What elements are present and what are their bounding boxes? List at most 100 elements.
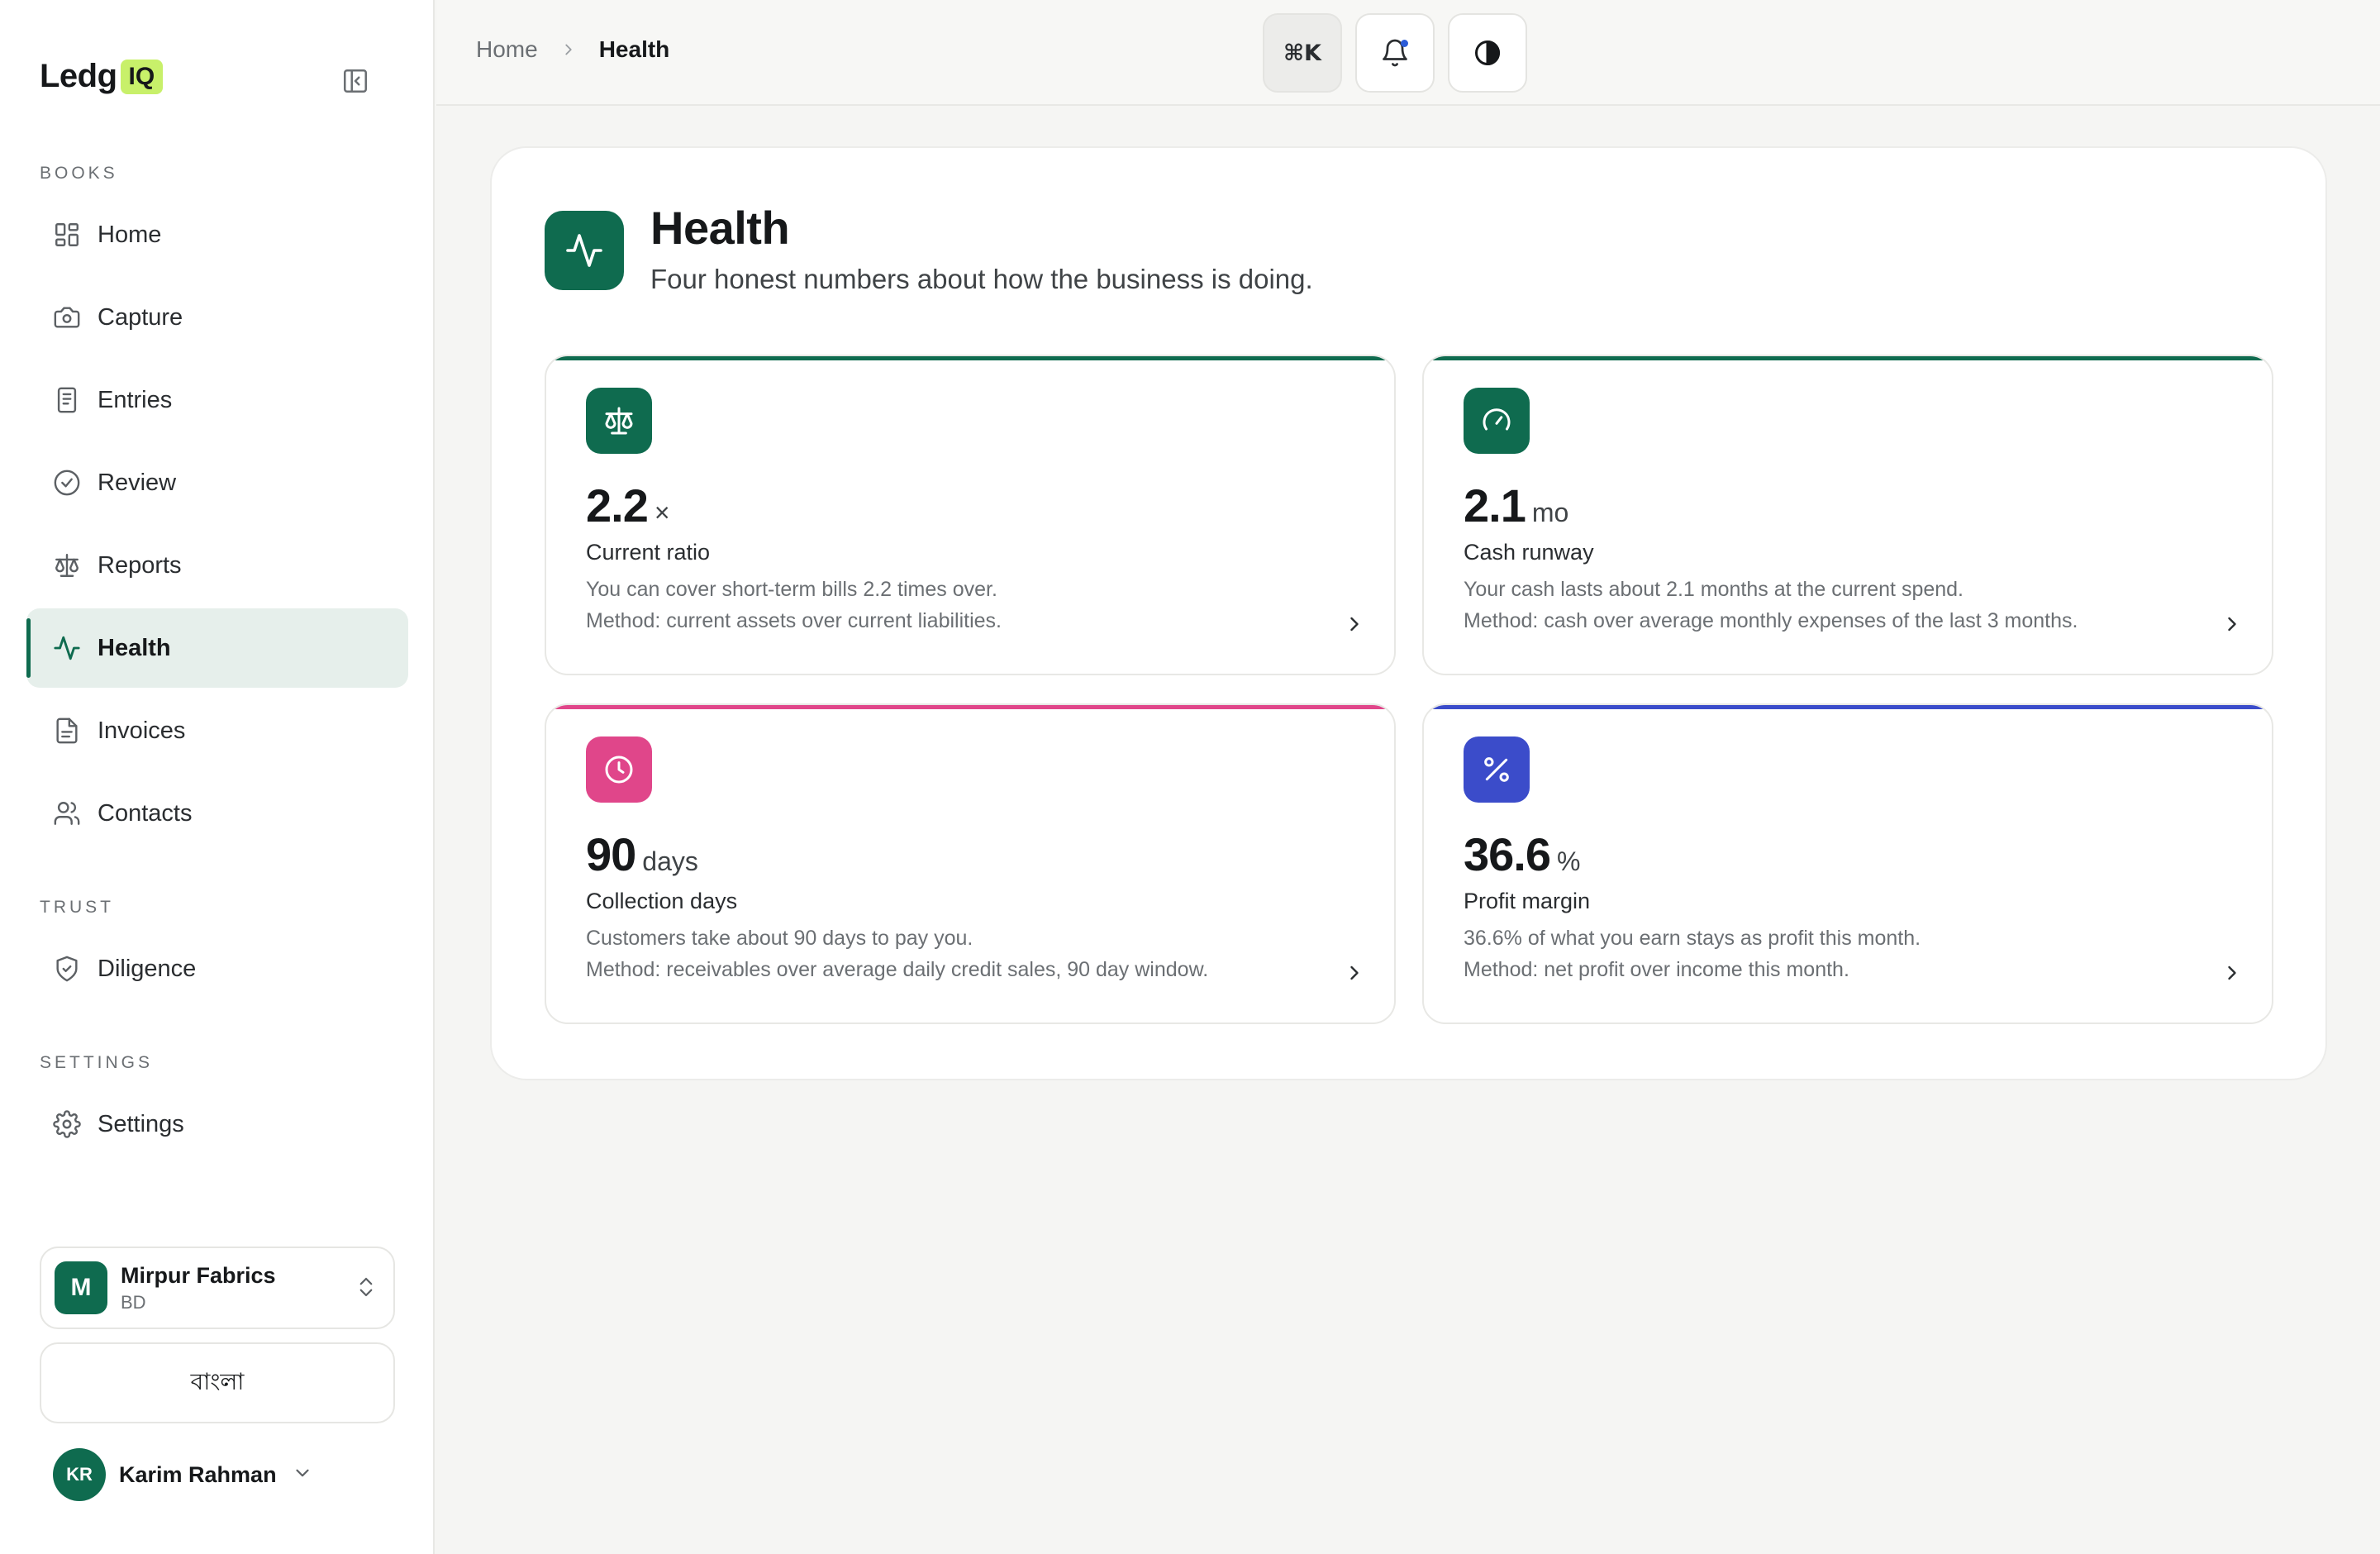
org-name: Mirpur Fabrics [121, 1262, 276, 1288]
metric-card-collection-days[interactable]: 90 days Collection days Customers take a… [545, 703, 1396, 1024]
gauge-icon [1464, 388, 1530, 454]
document-icon [53, 717, 81, 745]
sidebar-item-label: Diligence [98, 955, 197, 982]
metric-value-row: 90 days [586, 827, 698, 881]
user-name: Karim Rahman [119, 1461, 277, 1487]
activity-icon [545, 211, 624, 290]
metric-card-current-ratio[interactable]: 2.2 × Current ratio You can cover short-… [545, 355, 1396, 675]
metric-description: You can cover short-term bills 2.2 times… [586, 578, 997, 601]
sidebar-item-diligence[interactable]: Diligence [26, 929, 408, 1008]
brand-name: Ledg [40, 58, 117, 94]
brand-logo[interactable]: Ledg IQ [40, 58, 164, 95]
metric-value-row: 36.6 % [1464, 827, 1580, 881]
panel-left-icon [343, 69, 368, 93]
metric-method: Method: net profit over income this mont… [1464, 958, 1849, 981]
metric-name: Cash runway [1464, 540, 1594, 565]
gear-icon [53, 1110, 81, 1138]
user-menu[interactable]: KR Karim Rahman [53, 1448, 313, 1501]
metric-description: 36.6% of what you earn stays as profit t… [1464, 927, 1921, 950]
metric-method: Method: current assets over current liab… [586, 609, 1002, 632]
layout-grid-icon [53, 221, 81, 249]
metric-name: Profit margin [1464, 889, 1591, 913]
chevrons-up-down-icon [354, 1275, 378, 1304]
theme-toggle-button[interactable] [1448, 13, 1527, 93]
camera-icon [53, 303, 81, 331]
chevron-right-icon [1343, 613, 1366, 640]
metric-unit: days [642, 846, 698, 876]
sidebar-item-review[interactable]: Review [26, 443, 408, 522]
app-root: Ledg IQ BOOKS Home Capture Entries Revie… [0, 0, 2380, 1554]
check-circle-icon [53, 469, 81, 497]
sidebar-item-label: Capture [98, 303, 183, 331]
organization-switcher[interactable]: M Mirpur Fabrics BD [40, 1247, 395, 1329]
page-title: Health [650, 202, 790, 254]
chevron-down-icon [292, 1462, 313, 1488]
sidebar-item-entries[interactable]: Entries [26, 360, 408, 440]
metric-unit: × [654, 498, 670, 527]
users-icon [53, 799, 81, 827]
breadcrumb-current: Health [598, 36, 670, 62]
metric-value-row: 2.1 mo [1464, 479, 1568, 532]
command-shortcut-label: ⌘K [1283, 40, 1321, 66]
section-label-settings: SETTINGS [40, 1053, 154, 1072]
sidebar-item-health[interactable]: Health [26, 608, 408, 688]
command-palette-button[interactable]: ⌘K [1263, 13, 1342, 93]
chevron-right-icon [2221, 961, 2244, 989]
activity-icon [53, 634, 81, 662]
notifications-button[interactable] [1355, 13, 1435, 93]
chevron-right-icon [1343, 961, 1366, 989]
chevron-right-icon [559, 41, 578, 59]
metric-name: Collection days [586, 889, 738, 913]
section-label-books: BOOKS [40, 164, 118, 183]
metric-value: 2.1 [1464, 479, 1526, 532]
card-accent-bar [546, 705, 1394, 709]
breadcrumb: Home Health [476, 36, 669, 63]
sidebar-item-label: Settings [98, 1110, 184, 1137]
metric-description: Your cash lasts about 2.1 months at the … [1464, 578, 1964, 601]
metric-card-cash-runway[interactable]: 2.1 mo Cash runway Your cash lasts about… [1422, 355, 2273, 675]
sidebar-item-label: Reports [98, 551, 182, 579]
sidebar-item-capture[interactable]: Capture [26, 278, 408, 357]
sidebar-item-invoices[interactable]: Invoices [26, 691, 408, 770]
sidebar-item-home[interactable]: Home [26, 195, 408, 274]
metric-unit: % [1557, 846, 1581, 876]
health-panel: Health Four honest numbers about how the… [490, 146, 2327, 1080]
shield-check-icon [53, 955, 81, 983]
org-info: Mirpur Fabrics BD [121, 1263, 276, 1313]
org-avatar: M [55, 1261, 107, 1314]
sidebar-item-label: Home [98, 221, 162, 248]
org-country: BD [121, 1291, 146, 1313]
metric-card-profit-margin[interactable]: 36.6 % Profit margin 36.6% of what you e… [1422, 703, 2273, 1024]
metric-description: Customers take about 90 days to pay you. [586, 927, 973, 950]
breadcrumb-home-link[interactable]: Home [476, 36, 538, 63]
sidebar-item-label: Contacts [98, 799, 193, 827]
sidebar-collapse-button[interactable] [337, 63, 374, 99]
sidebar-item-settings[interactable]: Settings [26, 1084, 408, 1164]
sidebar-item-reports[interactable]: Reports [26, 526, 408, 605]
percent-icon [1464, 736, 1530, 803]
sidebar-item-label: Invoices [98, 717, 186, 744]
metric-value: 2.2 [586, 479, 649, 532]
sidebar-item-label: Entries [98, 386, 173, 413]
clock-icon [586, 736, 652, 803]
language-toggle-button[interactable]: বাংলা [40, 1342, 395, 1423]
sidebar: Ledg IQ BOOKS Home Capture Entries Revie… [0, 0, 435, 1554]
metric-method: Method: cash over average monthly expens… [1464, 609, 2078, 632]
sidebar-item-label: Review [98, 469, 177, 496]
sidebar-item-contacts[interactable]: Contacts [26, 774, 408, 853]
chevron-right-icon [2221, 613, 2244, 640]
metric-method: Method: receivables over average daily c… [586, 958, 1209, 981]
contrast-icon [1475, 40, 1500, 66]
scale-icon [586, 388, 652, 454]
notification-dot [1401, 40, 1408, 47]
metric-value: 90 [586, 828, 636, 880]
page-subtitle: Four honest numbers about how the busine… [650, 264, 1313, 294]
metric-name: Current ratio [586, 540, 711, 565]
receipt-icon [53, 386, 81, 414]
scale-icon [53, 551, 81, 579]
metric-unit: mo [1531, 498, 1569, 527]
card-accent-bar [1424, 705, 2272, 709]
sidebar-item-label: Health [98, 634, 171, 661]
card-accent-bar [546, 356, 1394, 360]
card-accent-bar [1424, 356, 2272, 360]
